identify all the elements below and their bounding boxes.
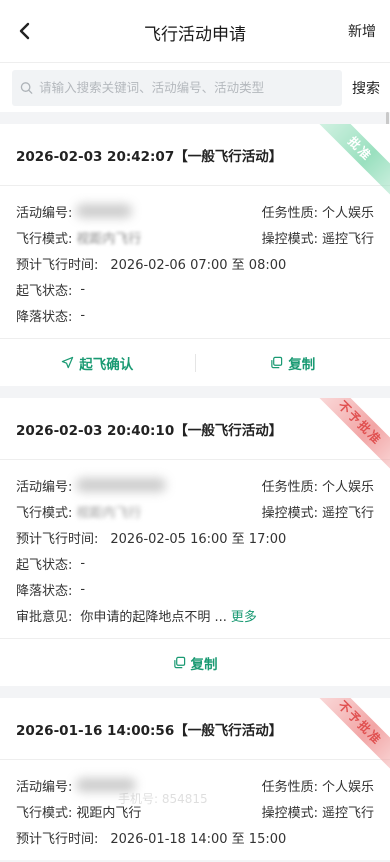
copy-label: 复制: [288, 356, 316, 373]
flight-mode-label: 飞行模式:: [16, 231, 73, 247]
landing-status-label: 降落状态:: [16, 309, 73, 325]
watermark: 手机号: 854815: [118, 792, 208, 806]
flight-mode-value: 视距内飞行: [76, 505, 142, 521]
search-button[interactable]: 搜索: [352, 78, 380, 98]
copy-button[interactable]: 复制: [196, 353, 390, 373]
takeoff-confirm-label: 起飞确认: [79, 356, 134, 373]
redacted-activity-no: [76, 204, 133, 218]
copy-icon: [173, 656, 185, 669]
card-body: 活动编号: 任务性质: 个人娱乐 飞行模式: 视距内飞行 操控模式: 遥控飞行 预计飞…: [0, 760, 390, 860]
task-nature-value: 个人娱乐: [321, 205, 374, 221]
copy-button[interactable]: 复制: [0, 653, 390, 673]
activity-card[interactable]: 不予批准 2026-02-03 20:40:10【一般飞行活动】 活动编号: 任…: [0, 398, 390, 686]
copy-label: 复制: [190, 656, 218, 673]
takeoff-status-label: 起飞状态:: [16, 283, 73, 299]
add-button[interactable]: 新增: [348, 21, 376, 41]
card-actions: 起飞确认 复制: [0, 338, 390, 386]
planned-time-value: 2026-02-06 07:00 至 08:00: [110, 257, 287, 273]
takeoff-status-label: 起飞状态:: [16, 557, 73, 573]
activity-card[interactable]: 批准 2026-02-03 20:42:07【一般飞行活动】 活动编号: 任务性…: [0, 124, 390, 386]
control-mode-label: 操控模式:: [261, 231, 318, 247]
task-nature-label: 任务性质:: [261, 479, 318, 495]
planned-time-label: 预计飞行时间:: [16, 257, 99, 273]
search-bar: 搜索: [0, 62, 390, 112]
redacted-activity-no: [76, 478, 167, 492]
landing-status-label: 降落状态:: [16, 583, 73, 599]
control-mode-value: 遥控飞行: [321, 505, 374, 521]
card-body: 活动编号: 任务性质: 个人娱乐 飞行模式: 视距内飞行 操控模式: 遥控飞行 预计飞…: [0, 460, 390, 638]
search-icon: [20, 81, 33, 94]
task-nature-value: 个人娱乐: [321, 479, 374, 495]
landing-status-value: -: [80, 581, 86, 597]
takeoff-status-value: -: [80, 281, 86, 297]
page-title: 飞行活动申请: [144, 25, 246, 45]
card-actions: 复制: [0, 638, 390, 686]
search-box: [12, 69, 342, 106]
approval-opinion-label: 审批意见:: [16, 609, 73, 625]
flight-mode-value: 视距内飞行: [76, 231, 142, 247]
flight-mode-label: 飞行模式:: [16, 805, 73, 821]
task-nature-value: 个人娱乐: [321, 779, 374, 795]
approval-opinion-value: 你申请的起降地点不明 ...: [80, 609, 227, 625]
planned-time-label: 预计飞行时间:: [16, 831, 99, 847]
control-mode-value: 遥控飞行: [321, 231, 374, 247]
chevron-left-icon: [19, 22, 30, 40]
planned-time-value: 2026-01-18 14:00 至 15:00: [110, 831, 287, 847]
control-mode-value: 遥控飞行: [321, 805, 374, 821]
control-mode-label: 操控模式:: [261, 505, 318, 521]
planned-time-label: 预计飞行时间:: [16, 531, 99, 547]
task-nature-label: 任务性质:: [261, 205, 318, 221]
back-button[interactable]: [12, 19, 36, 43]
search-input[interactable]: [39, 80, 334, 95]
takeoff-confirm-button[interactable]: 起飞确认: [0, 353, 195, 373]
task-nature-label: 任务性质:: [261, 779, 318, 795]
activity-no-label: 活动编号:: [16, 779, 73, 795]
more-link[interactable]: 更多: [231, 606, 257, 625]
activity-no-label: 活动编号:: [16, 479, 73, 495]
activity-card[interactable]: 不予批准 2026-01-16 14:00:56【一般飞行活动】 活动编号: 任…: [0, 698, 390, 860]
flight-mode-label: 飞行模式:: [16, 505, 73, 521]
send-icon: [62, 356, 74, 369]
control-mode-label: 操控模式:: [261, 805, 318, 821]
activity-no-label: 活动编号:: [16, 205, 73, 221]
takeoff-status-value: -: [80, 555, 86, 571]
landing-status-value: -: [80, 307, 86, 323]
planned-time-value: 2026-02-05 16:00 至 17:00: [110, 531, 287, 547]
copy-icon: [271, 356, 283, 369]
card-body: 活动编号: 任务性质: 个人娱乐 飞行模式: 视距内飞行 操控模式: 遥控飞行 预计飞…: [0, 186, 390, 338]
app-header: 飞行活动申请 新增: [0, 0, 390, 62]
